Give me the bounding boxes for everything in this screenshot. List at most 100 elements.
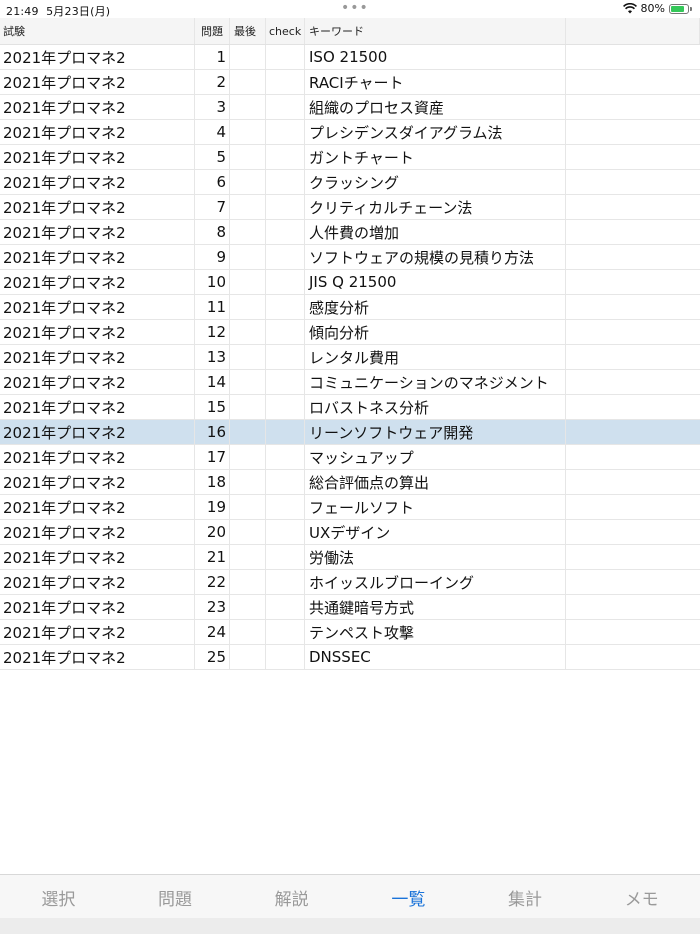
cell-question-number: 12	[195, 320, 230, 344]
cell-last	[230, 470, 266, 494]
header-keyword[interactable]: キーワード	[305, 18, 566, 44]
tab-explanation[interactable]: 解説	[233, 875, 350, 919]
table-row[interactable]: 2021年プロマネ2 24 テンペスト攻撃	[0, 620, 700, 645]
header-question[interactable]: 問題	[195, 18, 230, 44]
cell-keyword: マッシュアップ	[305, 445, 566, 469]
table-row[interactable]: 2021年プロマネ2 10 JIS Q 21500	[0, 270, 700, 295]
multitask-dots-icon[interactable]: •••	[341, 0, 369, 16]
keyword-table: 試験 問題 最後 check キーワード 2021年プロマネ2 1 ISO 2150…	[0, 18, 700, 670]
table-row[interactable]: 2021年プロマネ2 14 コミュニケーションのマネジメント	[0, 370, 700, 395]
table-row[interactable]: 2021年プロマネ2 11 感度分析	[0, 295, 700, 320]
cell-keyword: ガントチャート	[305, 145, 566, 169]
table-row[interactable]: 2021年プロマネ2 7 クリティカルチェーン法	[0, 195, 700, 220]
table-row[interactable]: 2021年プロマネ2 13 レンタル費用	[0, 345, 700, 370]
tab-summary[interactable]: 集計	[467, 875, 584, 919]
tab-select[interactable]: 選択	[0, 875, 117, 919]
cell-check	[266, 495, 305, 519]
cell-keyword: フェールソフト	[305, 495, 566, 519]
cell-keyword: リーンソフトウェア開発	[305, 420, 566, 444]
table-row[interactable]: 2021年プロマネ2 1 ISO 21500	[0, 45, 700, 70]
table-row[interactable]: 2021年プロマネ2 16 リーンソフトウェア開発	[0, 420, 700, 445]
cell-exam: 2021年プロマネ2	[0, 345, 195, 369]
cell-empty	[566, 145, 700, 169]
cell-check	[266, 595, 305, 619]
tab-list[interactable]: 一覧	[350, 875, 467, 919]
cell-last	[230, 520, 266, 544]
table-row[interactable]: 2021年プロマネ2 15 ロバストネス分析	[0, 395, 700, 420]
cell-empty	[566, 320, 700, 344]
cell-last	[230, 170, 266, 194]
cell-question-number: 23	[195, 595, 230, 619]
cell-question-number: 15	[195, 395, 230, 419]
cell-check	[266, 245, 305, 269]
battery-percent: 80%	[640, 2, 665, 15]
table-row[interactable]: 2021年プロマネ2 8 人件費の増加	[0, 220, 700, 245]
cell-exam: 2021年プロマネ2	[0, 295, 195, 319]
cell-check	[266, 570, 305, 594]
table-row[interactable]: 2021年プロマネ2 9 ソフトウェアの規模の見積り方法	[0, 245, 700, 270]
cell-question-number: 11	[195, 295, 230, 319]
cell-keyword: 人件費の増加	[305, 220, 566, 244]
cell-question-number: 2	[195, 70, 230, 94]
header-exam[interactable]: 試験	[0, 18, 195, 44]
table-row[interactable]: 2021年プロマネ2 4 プレシデンスダイアグラム法	[0, 120, 700, 145]
table-row[interactable]: 2021年プロマネ2 19 フェールソフト	[0, 495, 700, 520]
cell-check	[266, 120, 305, 144]
status-time: 21:49 5月23日(月)	[6, 5, 111, 18]
cell-check	[266, 520, 305, 544]
header-check[interactable]: check	[266, 18, 305, 44]
table-row[interactable]: 2021年プロマネ2 3 組織のプロセス資産	[0, 95, 700, 120]
cell-keyword: DNSSEC	[305, 645, 566, 669]
cell-last	[230, 645, 266, 669]
cell-empty	[566, 495, 700, 519]
cell-exam: 2021年プロマネ2	[0, 320, 195, 344]
tab-question[interactable]: 問題	[117, 875, 234, 919]
cell-question-number: 5	[195, 145, 230, 169]
table-row[interactable]: 2021年プロマネ2 12 傾向分析	[0, 320, 700, 345]
cell-empty	[566, 645, 700, 669]
cell-question-number: 17	[195, 445, 230, 469]
table-row[interactable]: 2021年プロマネ2 25 DNSSEC	[0, 645, 700, 670]
cell-check	[266, 170, 305, 194]
cell-exam: 2021年プロマネ2	[0, 120, 195, 144]
status-bar: 21:49 5月23日(月) ••• 80%	[0, 0, 700, 18]
tab-bar: 選択 問題 解説 一覧 集計 メモ	[0, 874, 700, 919]
cell-exam: 2021年プロマネ2	[0, 470, 195, 494]
table-row[interactable]: 2021年プロマネ2 20 UXデザイン	[0, 520, 700, 545]
cell-check	[266, 445, 305, 469]
cell-keyword: ソフトウェアの規模の見積り方法	[305, 245, 566, 269]
cell-question-number: 9	[195, 245, 230, 269]
table-row[interactable]: 2021年プロマネ2 23 共通鍵暗号方式	[0, 595, 700, 620]
cell-empty	[566, 95, 700, 119]
cell-question-number: 8	[195, 220, 230, 244]
cell-last	[230, 245, 266, 269]
cell-empty	[566, 445, 700, 469]
table-row[interactable]: 2021年プロマネ2 6 クラッシング	[0, 170, 700, 195]
cell-exam: 2021年プロマネ2	[0, 620, 195, 644]
cell-last	[230, 195, 266, 219]
cell-keyword: プレシデンスダイアグラム法	[305, 120, 566, 144]
cell-empty	[566, 395, 700, 419]
tab-memo[interactable]: メモ	[583, 875, 700, 919]
cell-last	[230, 620, 266, 644]
cell-keyword: RACIチャート	[305, 70, 566, 94]
cell-exam: 2021年プロマネ2	[0, 420, 195, 444]
cell-check	[266, 45, 305, 69]
cell-exam: 2021年プロマネ2	[0, 570, 195, 594]
cell-exam: 2021年プロマネ2	[0, 45, 195, 69]
table-row[interactable]: 2021年プロマネ2 22 ホイッスルブローイング	[0, 570, 700, 595]
cell-check	[266, 545, 305, 569]
cell-empty	[566, 420, 700, 444]
table-row[interactable]: 2021年プロマネ2 17 マッシュアップ	[0, 445, 700, 470]
cell-check	[266, 620, 305, 644]
table-row[interactable]: 2021年プロマネ2 18 総合評価点の算出	[0, 470, 700, 495]
cell-exam: 2021年プロマネ2	[0, 195, 195, 219]
cell-exam: 2021年プロマネ2	[0, 170, 195, 194]
cell-last	[230, 45, 266, 69]
table-row[interactable]: 2021年プロマネ2 2 RACIチャート	[0, 70, 700, 95]
cell-exam: 2021年プロマネ2	[0, 595, 195, 619]
table-row[interactable]: 2021年プロマネ2 21 労働法	[0, 545, 700, 570]
table-row[interactable]: 2021年プロマネ2 5 ガントチャート	[0, 145, 700, 170]
header-last[interactable]: 最後	[230, 18, 266, 44]
cell-last	[230, 420, 266, 444]
